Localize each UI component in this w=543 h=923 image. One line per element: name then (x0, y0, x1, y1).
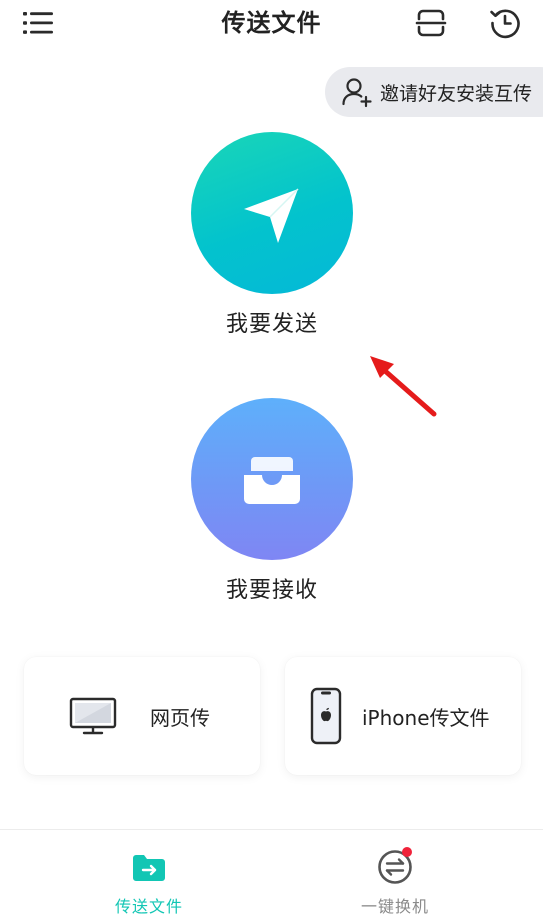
iphone-icon (307, 687, 345, 745)
tab-send-files-label: 传送文件 (114, 897, 183, 916)
notification-badge (402, 847, 412, 857)
inbox-tray-icon (244, 457, 300, 504)
send-circle[interactable] (191, 132, 353, 294)
tab-send-files[interactable]: 传送文件 (74, 830, 224, 923)
send-button[interactable]: 我要发送 (190, 132, 354, 338)
scan-icon[interactable] (414, 6, 448, 40)
page-title: 传送文件 (221, 9, 322, 37)
iphone-transfer-card[interactable]: iPhone传文件 (285, 657, 521, 775)
bottom-nav: 传送文件 一键换机 (0, 829, 543, 923)
paper-plane-icon (244, 188, 299, 243)
receive-circle[interactable] (191, 398, 353, 560)
annotation-arrow-icon (370, 356, 437, 417)
swap-arrows-icon (375, 847, 415, 885)
folder-transfer-icon (129, 849, 169, 885)
invite-friends-button[interactable]: 邀请好友安装互传 (325, 67, 543, 117)
tab-phone-clone[interactable]: 一键换机 (320, 830, 470, 923)
receive-button[interactable]: 我要接收 (190, 398, 354, 604)
tab-phone-clone-label: 一键换机 (360, 897, 429, 916)
add-user-icon (340, 75, 374, 109)
iphone-transfer-label: iPhone传文件 (362, 705, 490, 730)
history-icon[interactable] (488, 6, 522, 40)
invite-label: 邀请好友安装互传 (380, 82, 533, 105)
top-bar: 传送文件 (0, 0, 543, 50)
web-transfer-card[interactable]: 网页传 (24, 657, 260, 775)
web-transfer-label: 网页传 (150, 705, 210, 730)
send-label: 我要发送 (225, 312, 318, 337)
receive-label: 我要接收 (225, 578, 318, 603)
monitor-icon (68, 696, 118, 736)
